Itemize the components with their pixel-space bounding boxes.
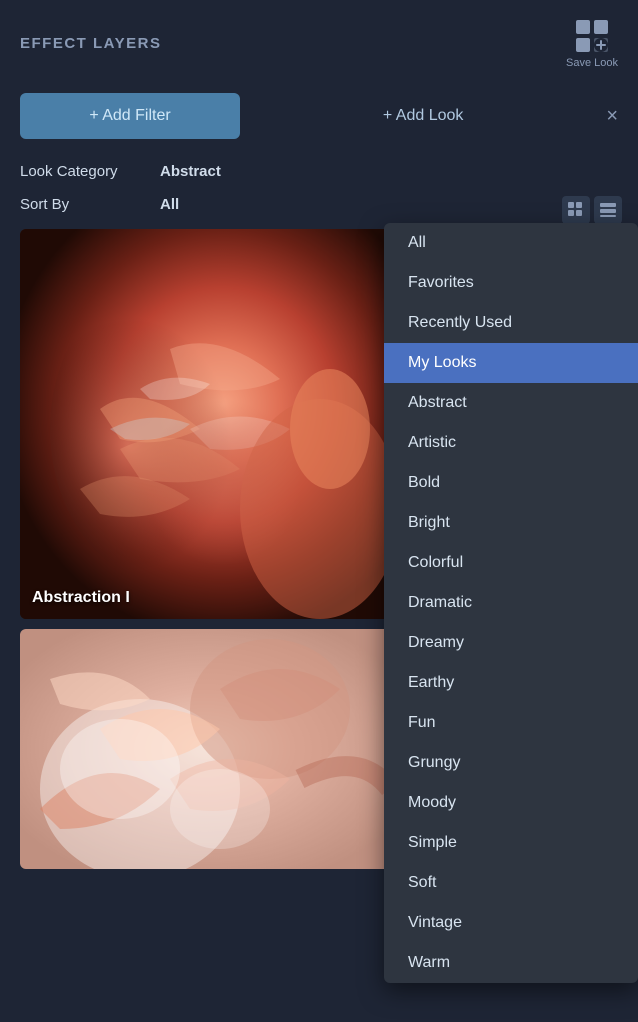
save-look-label: Save Look <box>566 57 618 69</box>
dropdown-item-grungy[interactable]: Grungy <box>384 743 638 783</box>
toolbar: + Add Filter + Add Look × <box>0 83 638 153</box>
dropdown-item-moody[interactable]: Moody <box>384 783 638 823</box>
add-filter-button[interactable]: + Add Filter <box>20 93 240 139</box>
image-card[interactable]: Abstraction I <box>20 229 390 619</box>
add-look-button[interactable]: + Add Look <box>260 107 586 125</box>
dropdown-item-colorful[interactable]: Colorful <box>384 543 638 583</box>
image-card-2[interactable] <box>20 629 390 869</box>
dropdown-item-abstract[interactable]: Abstract <box>384 383 638 423</box>
look-category-label: Look Category <box>20 163 160 180</box>
sort-by-value[interactable]: All <box>160 196 179 213</box>
page-title: EFFECT LAYERS <box>20 35 161 52</box>
grid-view-button[interactable] <box>562 196 590 224</box>
image-grid: Abstraction I <box>0 223 390 869</box>
dropdown-item-earthy[interactable]: Earthy <box>384 663 638 703</box>
save-look-button[interactable]: Save Look <box>566 18 618 69</box>
dropdown-item-simple[interactable]: Simple <box>384 823 638 863</box>
dropdown-item-recently-used[interactable]: Recently Used <box>384 303 638 343</box>
image-card-label: Abstraction I <box>32 589 130 607</box>
save-look-icon <box>574 18 610 54</box>
grid-icon <box>568 202 584 218</box>
flamingo-svg <box>20 229 390 619</box>
dropdown-item-my-looks[interactable]: My Looks <box>384 343 638 383</box>
dropdown-item-all[interactable]: All <box>384 223 638 263</box>
close-button[interactable]: × <box>606 106 618 126</box>
sort-by-label: Sort By <box>20 196 160 213</box>
dropdown-item-warm[interactable]: Warm <box>384 943 638 983</box>
content-area: Abstraction I <box>0 223 638 869</box>
dropdown-item-bold[interactable]: Bold <box>384 463 638 503</box>
sort-row: Sort By All <box>0 190 638 223</box>
filters-row: Look Category Abstract <box>0 153 638 190</box>
dropdown-menu: AllFavoritesRecently UsedMy LooksAbstrac… <box>384 223 638 983</box>
flamingo-image <box>20 229 390 619</box>
abstract-svg <box>20 629 390 869</box>
dropdown-item-artistic[interactable]: Artistic <box>384 423 638 463</box>
list-icon <box>600 202 616 218</box>
dropdown-item-favorites[interactable]: Favorites <box>384 263 638 303</box>
dropdown-item-bright[interactable]: Bright <box>384 503 638 543</box>
header: EFFECT LAYERS Save Look <box>0 0 638 83</box>
dropdown-item-dreamy[interactable]: Dreamy <box>384 623 638 663</box>
dropdown-item-soft[interactable]: Soft <box>384 863 638 903</box>
dropdown-item-vintage[interactable]: Vintage <box>384 903 638 943</box>
dropdown-item-dramatic[interactable]: Dramatic <box>384 583 638 623</box>
list-view-button[interactable] <box>594 196 622 224</box>
look-category-value[interactable]: Abstract <box>160 163 221 180</box>
dropdown-item-fun[interactable]: Fun <box>384 703 638 743</box>
view-toggle <box>562 196 622 224</box>
